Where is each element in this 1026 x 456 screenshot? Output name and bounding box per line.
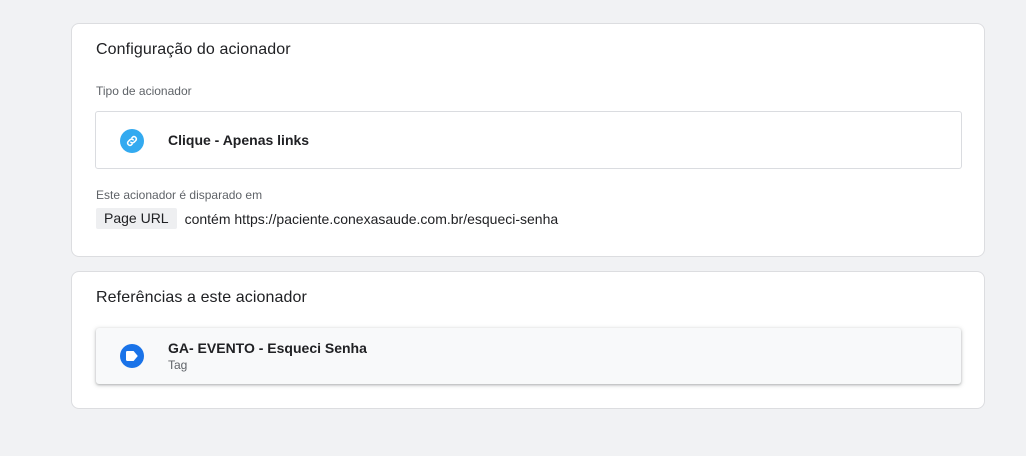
condition-variable-chip: Page URL [96,208,177,229]
trigger-references-card: Referências a este acionador GA- EVENTO … [71,271,985,409]
trigger-condition: Page URL contém https://paciente.conexas… [96,208,558,229]
trigger-references-title: Referências a este acionador [96,289,307,306]
link-icon [120,129,144,153]
trigger-configuration-card: Configuração do acionador Tipo de aciona… [71,23,985,257]
reference-list-item[interactable]: GA- EVENTO - Esqueci Senha Tag [96,328,961,384]
trigger-configuration-title: Configuração do acionador [96,41,291,58]
trigger-type-label: Tipo de acionador [96,84,192,98]
reference-type: Tag [168,358,188,372]
condition-text: contém https://paciente.conexasaude.com.… [184,210,559,227]
tag-icon [120,344,144,368]
trigger-type-selector[interactable]: Clique - Apenas links [95,111,962,169]
reference-name: GA- EVENTO - Esqueci Senha [168,340,367,356]
trigger-type-name: Clique - Apenas links [168,132,310,148]
fires-on-label: Este acionador é disparado em [96,188,263,202]
